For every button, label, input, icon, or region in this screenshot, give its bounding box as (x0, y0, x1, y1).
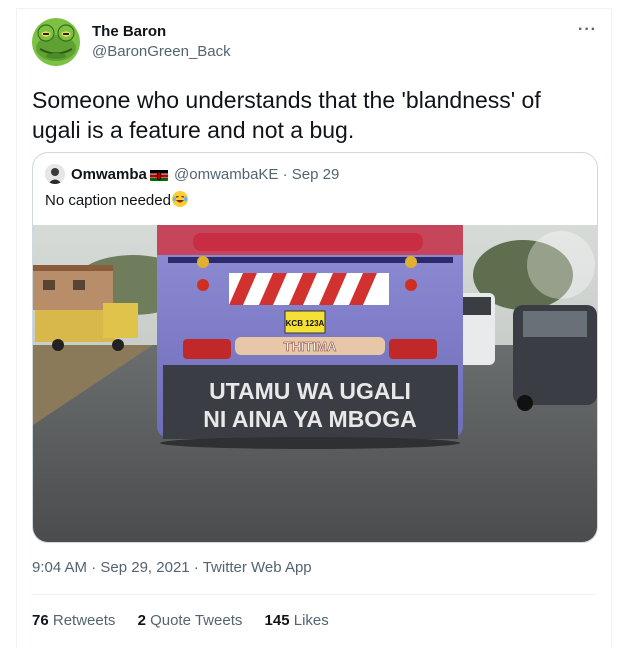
laughing-crying-emoji-icon (171, 191, 188, 207)
quoted-tweet[interactable]: Omwamba @omwambaKE · Sep 29 No caption n… (32, 152, 598, 543)
quoted-text: No caption needed (45, 192, 171, 209)
quoted-separator: · (278, 166, 292, 183)
bus-slogan-line2: NI AINA YA MBOGA (203, 406, 416, 432)
author-name[interactable]: The Baron (92, 23, 166, 40)
tweet-date[interactable]: Sep 29, 2021 (100, 559, 189, 576)
tweet-source[interactable]: Twitter Web App (203, 559, 312, 576)
bus-name-text: THITIMA (284, 339, 337, 354)
kenya-flag-icon (150, 169, 168, 181)
more-dots-icon[interactable]: ··· (578, 21, 597, 39)
tweet-text: Someone who understands that the 'blandn… (32, 87, 541, 143)
divider-top (32, 594, 596, 595)
quoted-author-name: Omwamba (71, 166, 147, 183)
tweet-stats: 76 Retweets 2 Quote Tweets 145 Likes (32, 612, 347, 629)
tweet-time[interactable]: 9:04 AM (32, 559, 87, 576)
likes-label: Likes (293, 612, 329, 629)
bus-slogan-line1: UTAMU WA UGALI (209, 378, 411, 404)
quoted-author-handle: @omwambaKE (174, 166, 279, 183)
likes-count: 145 (264, 612, 290, 629)
meta-separator-2: · (189, 559, 203, 576)
quote-tweets-stat[interactable]: 2 Quote Tweets (138, 612, 243, 629)
retweets-label: Retweets (52, 612, 116, 629)
author-handle[interactable]: @BaronGreen_Back (92, 43, 231, 60)
retweets-stat[interactable]: 76 Retweets (32, 612, 115, 629)
quoted-photo[interactable]: KCB 123A THITIMA UTAMU WA UGALI NI AINA … (33, 225, 597, 542)
quoted-text-row: No caption needed (45, 191, 188, 209)
quotes-label: Quote Tweets (150, 612, 243, 629)
meta-separator-1: · (87, 559, 101, 576)
tweet-meta: 9:04 AM · Sep 29, 2021 · Twitter Web App (32, 559, 312, 576)
likes-stat[interactable]: 145 Likes (265, 612, 329, 629)
frog-avatar-icon[interactable] (32, 18, 80, 66)
retweets-count: 76 (32, 612, 49, 629)
quotes-count: 2 (137, 612, 146, 629)
quoted-date: Sep 29 (291, 166, 340, 183)
bus-plate-text: KCB 123A (286, 319, 325, 328)
quoted-handle-date: @omwambaKE · Sep 29 (174, 166, 339, 183)
person-avatar-icon (45, 164, 65, 184)
tweet-card: The Baron @BaronGreen_Back ··· Someone w… (16, 8, 612, 648)
